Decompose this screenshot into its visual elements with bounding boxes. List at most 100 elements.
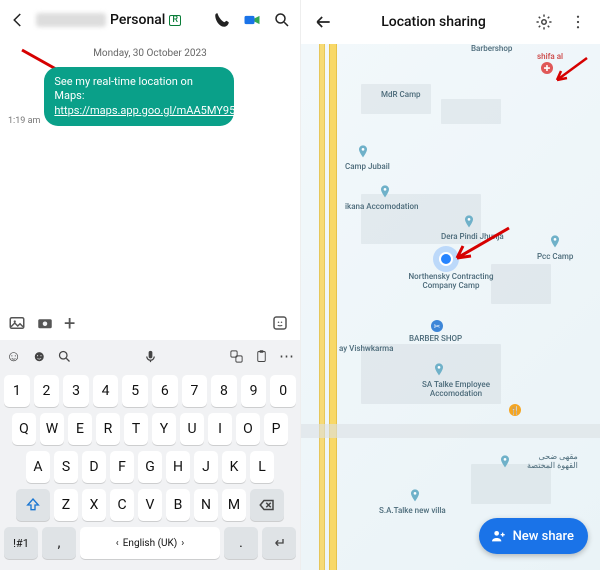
maps-title: Location sharing	[345, 14, 522, 30]
sticker-kbd-icon[interactable]: ☻	[31, 347, 47, 365]
key-o[interactable]: O	[236, 413, 260, 445]
clipboard-icon[interactable]	[254, 349, 269, 364]
period-key[interactable]: .	[224, 527, 258, 559]
medical-poi-icon[interactable]: ✚	[541, 62, 553, 74]
key-8[interactable]: 8	[211, 375, 237, 407]
kbd-more-icon[interactable]: ⋯	[279, 347, 294, 365]
backspace-key[interactable]	[250, 489, 284, 521]
building	[441, 99, 501, 124]
map-pin-icon[interactable]	[407, 488, 423, 504]
poi-label: Northensky Contracting Company Camp	[391, 272, 511, 290]
video-call-icon[interactable]	[240, 8, 264, 32]
key-j[interactable]: J	[194, 451, 218, 483]
gear-icon[interactable]	[532, 10, 556, 34]
key-q[interactable]: Q	[12, 413, 36, 445]
maps-pane: Location sharing Barbershop ✚ shifa al M…	[300, 0, 600, 570]
map-canvas[interactable]: Barbershop ✚ shifa al MdR Camp Camp Juba…	[301, 44, 600, 570]
message-input[interactable]	[95, 316, 261, 331]
key-p[interactable]: P	[264, 413, 288, 445]
translate-icon[interactable]	[229, 349, 244, 364]
map-pin-icon[interactable]	[497, 454, 513, 470]
key-m[interactable]: M	[222, 489, 246, 521]
key-f[interactable]: F	[110, 451, 134, 483]
key-a[interactable]: A	[26, 451, 50, 483]
phone-icon[interactable]	[210, 8, 234, 32]
map-pin-icon[interactable]	[431, 362, 447, 378]
kbd-row-z: ZXCVBNM	[0, 486, 300, 524]
plus-icon[interactable]: +	[64, 311, 75, 335]
camera-icon[interactable]	[36, 314, 54, 332]
key-1[interactable]: 1	[4, 375, 30, 407]
sent-message-bubble[interactable]: See my real-time location on Maps: https…	[44, 67, 234, 126]
highway	[329, 44, 337, 570]
mic-icon[interactable]	[143, 349, 158, 364]
key-5[interactable]: 5	[122, 375, 148, 407]
key-x[interactable]: X	[82, 489, 106, 521]
key-2[interactable]: 2	[34, 375, 60, 407]
back-icon[interactable]	[6, 8, 30, 32]
emoji-icon[interactable]: ☺	[6, 347, 21, 365]
key-i[interactable]: I	[208, 413, 232, 445]
key-r[interactable]: R	[96, 413, 120, 445]
my-location-dot[interactable]	[439, 252, 453, 266]
comma-key[interactable]: ,	[42, 527, 76, 559]
key-l[interactable]: L	[250, 451, 274, 483]
sticker-icon[interactable]	[271, 314, 289, 332]
key-z[interactable]: Z	[54, 489, 78, 521]
shift-key[interactable]	[16, 489, 50, 521]
map-pin-icon[interactable]	[377, 184, 393, 200]
food-poi-icon[interactable]: 🍴	[509, 404, 521, 416]
kbd-row-q: QWERTYUIOP	[0, 410, 300, 448]
key-9[interactable]: 9	[241, 375, 267, 407]
map-pin-icon[interactable]	[355, 144, 371, 160]
building	[471, 464, 551, 504]
key-0[interactable]: 0	[270, 375, 296, 407]
key-v[interactable]: V	[138, 489, 162, 521]
search-kbd-icon[interactable]	[57, 349, 72, 364]
kbd-row-a: ASDFGHJKL	[0, 448, 300, 486]
poi-label: Dera Pindi Jhunja	[441, 232, 504, 241]
key-h[interactable]: H	[166, 451, 190, 483]
key-k[interactable]: K	[222, 451, 246, 483]
poi-label: ikana Accomodation	[345, 202, 419, 211]
contact-suffix: Personal	[110, 12, 165, 28]
key-y[interactable]: Y	[152, 413, 176, 445]
gallery-icon[interactable]	[8, 314, 26, 332]
key-d[interactable]: D	[82, 451, 106, 483]
contact-name-blurred	[36, 13, 106, 27]
key-7[interactable]: 7	[182, 375, 208, 407]
message-row: 1:19 am See my real-time location on Map…	[0, 67, 300, 126]
messaging-header: Personal R	[0, 0, 300, 40]
key-4[interactable]: 4	[93, 375, 119, 407]
key-c[interactable]: C	[110, 489, 134, 521]
back-arrow-icon[interactable]	[311, 10, 335, 34]
key-e[interactable]: E	[68, 413, 92, 445]
key-u[interactable]: U	[180, 413, 204, 445]
symbols-key[interactable]: !#1	[4, 527, 38, 559]
contact-title[interactable]: Personal R	[36, 12, 204, 28]
new-share-button[interactable]: New share	[479, 518, 588, 554]
poi-label: Barbershop	[471, 44, 512, 53]
date-divider: Monday, 30 October 2023	[0, 48, 300, 59]
key-t[interactable]: T	[124, 413, 148, 445]
key-n[interactable]: N	[194, 489, 218, 521]
key-g[interactable]: G	[138, 451, 162, 483]
enter-key[interactable]	[262, 527, 296, 559]
poi-label: Camp Jubail	[345, 162, 390, 171]
map-pin-icon[interactable]	[461, 214, 477, 230]
composer-bar: +	[0, 306, 300, 340]
poi-label: shifa al	[537, 52, 563, 61]
message-link[interactable]: https://maps.app.goo.gl/mAA5MY952aJAc3	[54, 104, 272, 117]
shop-poi-icon[interactable]: ✂	[431, 320, 443, 332]
search-icon[interactable]	[270, 8, 294, 32]
key-3[interactable]: 3	[63, 375, 89, 407]
map-pin-icon[interactable]	[547, 234, 563, 250]
language-key[interactable]: ‹ English (UK) ›	[80, 527, 220, 559]
key-s[interactable]: S	[54, 451, 78, 483]
key-6[interactable]: 6	[152, 375, 178, 407]
keyboard[interactable]: ☺ ☻ ⋯ 1234567890 QWERTYUIOP ASDFGHJKL	[0, 340, 300, 570]
more-icon[interactable]	[566, 10, 590, 34]
fab-label: New share	[513, 529, 574, 544]
key-w[interactable]: W	[40, 413, 64, 445]
key-b[interactable]: B	[166, 489, 190, 521]
